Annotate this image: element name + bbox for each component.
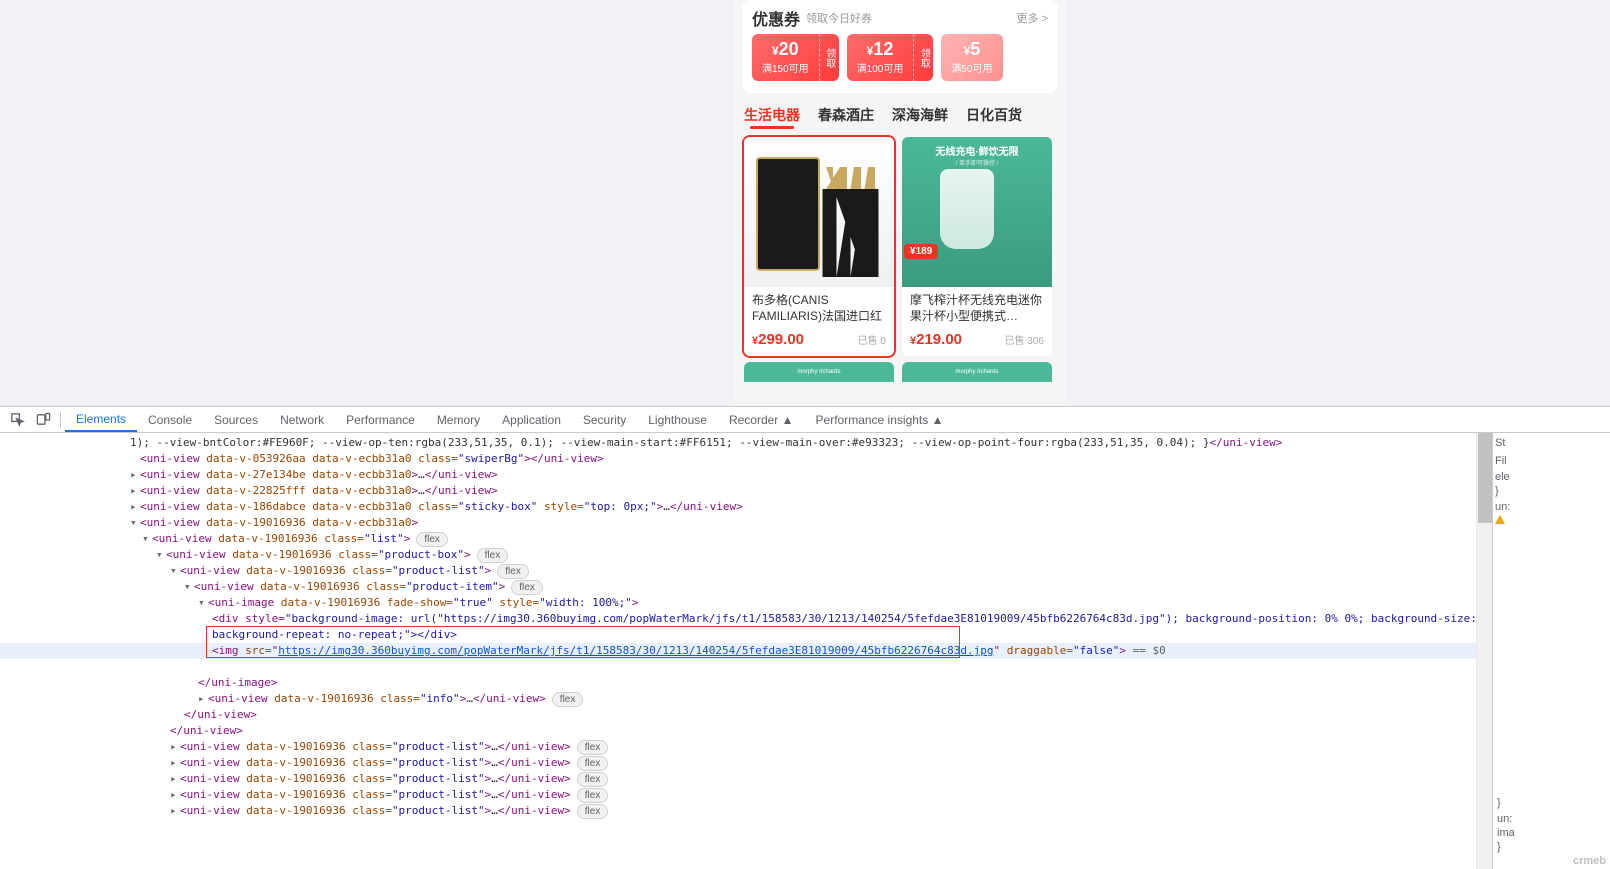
elements-scrollbar[interactable] xyxy=(1476,433,1492,869)
coupon-item[interactable]: ¥5 满50可用 xyxy=(941,34,1002,81)
coupon-amount: 5 xyxy=(970,39,980,59)
tab-network[interactable]: Network xyxy=(269,407,335,432)
coupon-more-link[interactable]: 更多 > xyxy=(1017,10,1048,26)
sidebar-line: un: xyxy=(1495,501,1608,513)
coupon-get-button[interactable]: 领取 xyxy=(913,34,933,81)
product-card[interactable]: 无线充电·鲜饮无限 / 单手即可操控 / ¥189 摩飞榨汁杯无线充电迷你果汁杯… xyxy=(902,137,1052,356)
devtools-toolbar: Elements Console Sources Network Perform… xyxy=(0,407,1610,433)
devtools-panel: Elements Console Sources Network Perform… xyxy=(0,406,1610,869)
product-price: 299.00 xyxy=(758,331,804,348)
tab-performance[interactable]: Performance xyxy=(335,407,426,432)
tab-seafood[interactable]: 深海海鲜 xyxy=(892,105,948,125)
coupon-condition: 满50可用 xyxy=(951,60,992,75)
elements-tree[interactable]: 1); --view-bntColor:#FE960F; --view-op-t… xyxy=(0,433,1476,869)
product-price: 219.00 xyxy=(916,331,962,348)
appliance-badge-price: 189 xyxy=(916,246,933,257)
tab-perf-insights[interactable]: Performance insights ▲ xyxy=(805,407,955,432)
product-image: morphy richards xyxy=(902,362,1052,382)
coupon-item[interactable]: ¥12 满100可用 领取 xyxy=(847,34,934,81)
coupon-condition: 满150可用 xyxy=(762,60,809,75)
tab-elements[interactable]: Elements xyxy=(65,407,137,432)
product-sold: 已售 0 xyxy=(858,332,886,347)
tab-daily[interactable]: 日化百货 xyxy=(966,105,1022,125)
category-tabs: 生活电器 春森酒庄 深海海鲜 日化百货 xyxy=(734,93,1066,131)
sidebar-line: Fil xyxy=(1495,455,1608,467)
sidebar-line: ima xyxy=(1497,827,1515,839)
tab-sources[interactable]: Sources xyxy=(203,407,269,432)
product-sold: 已售 306 xyxy=(1005,332,1044,347)
device-toggle-icon[interactable] xyxy=(30,407,56,433)
main-preview-area: 优惠券 领取今日好券 更多 > ¥20 满150可用 领取 ¥12 满100可用 xyxy=(0,0,1610,406)
coupon-title: 优惠券 xyxy=(752,6,800,30)
tab-console[interactable]: Console xyxy=(137,407,203,432)
coupon-subtitle: 领取今日好券 xyxy=(806,10,872,26)
mobile-preview: 优惠券 领取今日好券 更多 > ¥20 满150可用 领取 ¥12 满100可用 xyxy=(734,0,1066,406)
coupon-item[interactable]: ¥20 满150可用 领取 xyxy=(752,34,839,81)
appliance-headline: 无线充电·鲜饮无限 xyxy=(906,143,1048,158)
tab-appliances[interactable]: 生活电器 xyxy=(744,105,800,125)
tab-security[interactable]: Security xyxy=(572,407,637,432)
inspect-icon[interactable] xyxy=(4,407,30,433)
product-image xyxy=(744,137,894,287)
sidebar-line: St xyxy=(1495,437,1608,449)
styles-sidebar[interactable]: St Fil ele } un: } un: ima } crmeb xyxy=(1492,433,1610,869)
scroll-thumb[interactable] xyxy=(1478,433,1492,523)
coupon-section: 优惠券 领取今日好券 更多 > ¥20 满150可用 领取 ¥12 满100可用 xyxy=(742,0,1058,93)
product-image: morphy richards xyxy=(744,362,894,382)
tab-wine[interactable]: 春森酒庄 xyxy=(818,105,874,125)
coupon-amount: 12 xyxy=(873,39,893,59)
warning-icon xyxy=(1495,515,1505,524)
tab-recorder[interactable]: Recorder ▲ xyxy=(718,407,805,432)
product-image: 无线充电·鲜饮无限 / 单手即可操控 / ¥189 xyxy=(902,137,1052,287)
tab-application[interactable]: Application xyxy=(491,407,572,432)
product-card[interactable]: 布多格(CANIS FAMILIARIS)法国进口红酒 … ¥299.00 已售… xyxy=(744,137,894,356)
sidebar-line: un: xyxy=(1497,813,1512,825)
product-title: 布多格(CANIS FAMILIARIS)法国进口红酒 … xyxy=(744,287,894,325)
coupon-amount: 20 xyxy=(779,39,799,59)
coupon-condition: 满100可用 xyxy=(857,60,904,75)
highlight-box xyxy=(206,626,960,658)
sidebar-line: ele xyxy=(1495,471,1608,483)
product-title: 摩飞榨汁杯无线充电迷你果汁杯小型便携式… xyxy=(902,287,1052,325)
tab-memory[interactable]: Memory xyxy=(426,407,491,432)
coupon-get-button[interactable]: 领取 xyxy=(819,34,839,81)
tab-lighthouse[interactable]: Lighthouse xyxy=(637,407,718,432)
flex-pill[interactable]: flex xyxy=(416,532,448,547)
